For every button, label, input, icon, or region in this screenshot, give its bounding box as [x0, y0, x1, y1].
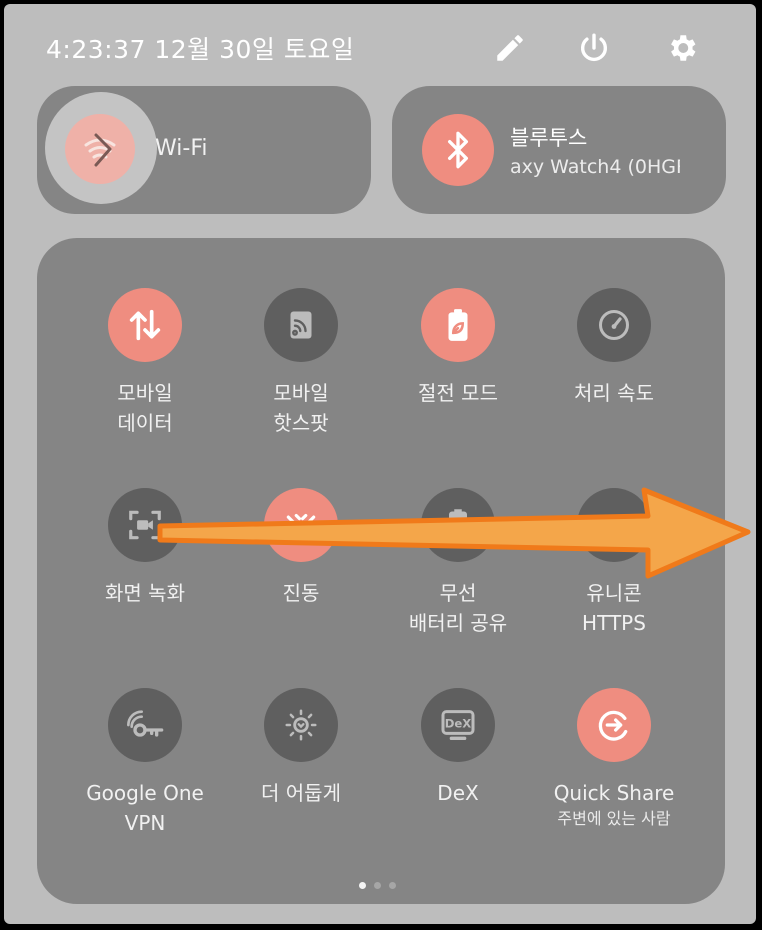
tile-processing-speed[interactable]: 처리 속도 — [536, 288, 692, 408]
mobile-data-toggle[interactable] — [108, 288, 182, 362]
power-button[interactable] — [570, 24, 618, 72]
tile-label: 처리 속도 — [574, 381, 654, 405]
dex-toggle[interactable]: DeX — [421, 688, 495, 762]
page-dot[interactable] — [374, 882, 381, 889]
tile-vibrate[interactable]: 진동 — [223, 488, 379, 608]
page-dot[interactable] — [359, 882, 366, 889]
quick-share-toggle[interactable] — [577, 688, 651, 762]
tile-mobile-hotspot[interactable]: 모바일 핫스팟 — [223, 288, 379, 438]
battery-share-icon — [449, 509, 467, 533]
google-one-vpn-toggle[interactable] — [108, 688, 182, 762]
tile-label: 무선 배터리 공유 — [408, 581, 508, 635]
extra-dim-toggle[interactable] — [264, 688, 338, 762]
bluetooth-tile[interactable]: 블루투스 axy Watch4 (0HGR) — [392, 86, 726, 214]
quick-share-icon — [598, 710, 628, 741]
unicorn-https-toggle[interactable] — [577, 488, 651, 562]
processing-speed-toggle[interactable] — [577, 288, 651, 362]
mobile-hotspot-toggle[interactable] — [264, 288, 338, 362]
bluetooth-icon — [448, 131, 468, 169]
settings-icon — [671, 35, 696, 61]
tile-label: 절전 모드 — [418, 381, 498, 405]
quick-panel: 4:23:37 12월 30일 토요일 Wi-Fi 블루투스 axy Watch… — [4, 4, 756, 924]
svg-text:DeX: DeX — [445, 717, 472, 731]
tile-label: 모바일 핫스팟 — [273, 381, 329, 435]
bluetooth-toggle[interactable] — [422, 114, 494, 186]
page-dot[interactable] — [389, 882, 396, 889]
wifi-label: Wi-Fi — [155, 136, 208, 161]
speedometer-icon — [599, 310, 629, 340]
tile-sublabel: 주변에 있는 사람 — [557, 809, 671, 828]
dex-icon: DeX — [441, 710, 475, 740]
tile-label: 화면 녹화 — [105, 581, 185, 605]
tile-quick-share[interactable]: Quick Share 주변에 있는 사람 — [536, 688, 692, 830]
bluetooth-device: axy Watch4 (0HGR) — [510, 156, 680, 178]
tile-google-one-vpn[interactable]: Google One VPN — [67, 688, 223, 838]
status-datetime: 4:23:37 12월 30일 토요일 — [46, 35, 355, 64]
vibrate-icon — [286, 513, 316, 529]
wireless-powershare-toggle[interactable] — [421, 488, 495, 562]
wifi-toggle[interactable] — [65, 114, 135, 184]
edit-button[interactable] — [486, 24, 534, 72]
extra-dim-icon — [285, 709, 317, 741]
tile-power-saving[interactable]: 절전 모드 — [380, 288, 536, 408]
tile-unicorn-https[interactable]: 유니콘 HTTPS — [536, 488, 692, 638]
wifi-icon — [84, 133, 116, 167]
tile-screen-recorder[interactable]: 화면 녹화 — [67, 488, 223, 608]
vpn-key-icon — [127, 710, 164, 737]
tile-label: Quick Share — [553, 781, 675, 805]
tile-extra-dim[interactable]: 더 어둡게 — [223, 688, 379, 808]
wifi-tile[interactable]: Wi-Fi — [37, 86, 371, 214]
hotspot-icon — [290, 311, 312, 339]
tile-dex[interactable]: DeX DeX — [380, 688, 536, 808]
tile-wireless-powershare[interactable]: 무선 배터리 공유 — [380, 488, 536, 638]
screen-record-icon — [129, 510, 161, 540]
tile-label: 유니콘 HTTPS — [582, 581, 646, 635]
tile-label: 모바일 데이터 — [117, 381, 173, 435]
tile-label: DeX — [437, 781, 479, 805]
tile-label: 진동 — [282, 581, 320, 605]
tile-label: 더 어둡게 — [261, 781, 341, 805]
unicorn-icon — [601, 514, 627, 533]
bluetooth-title: 블루투스 — [510, 126, 588, 150]
tile-mobile-data[interactable]: 모바일 데이터 — [67, 288, 223, 438]
settings-button[interactable] — [658, 24, 706, 72]
edit-icon — [497, 35, 523, 61]
quick-settings-grid: 모바일 데이터 모바일 핫스팟 절전 모드 처리 속도 화면 녹화 진동 무선 … — [37, 238, 725, 904]
vibrate-toggle[interactable] — [264, 488, 338, 562]
power-icon — [581, 33, 607, 62]
screen-recorder-toggle[interactable] — [108, 488, 182, 562]
page-indicator[interactable] — [359, 882, 396, 889]
power-saving-toggle[interactable] — [421, 288, 495, 362]
tile-label: Google One VPN — [86, 781, 204, 835]
battery-leaf-icon — [448, 309, 468, 341]
mobile-data-icon — [129, 309, 161, 341]
